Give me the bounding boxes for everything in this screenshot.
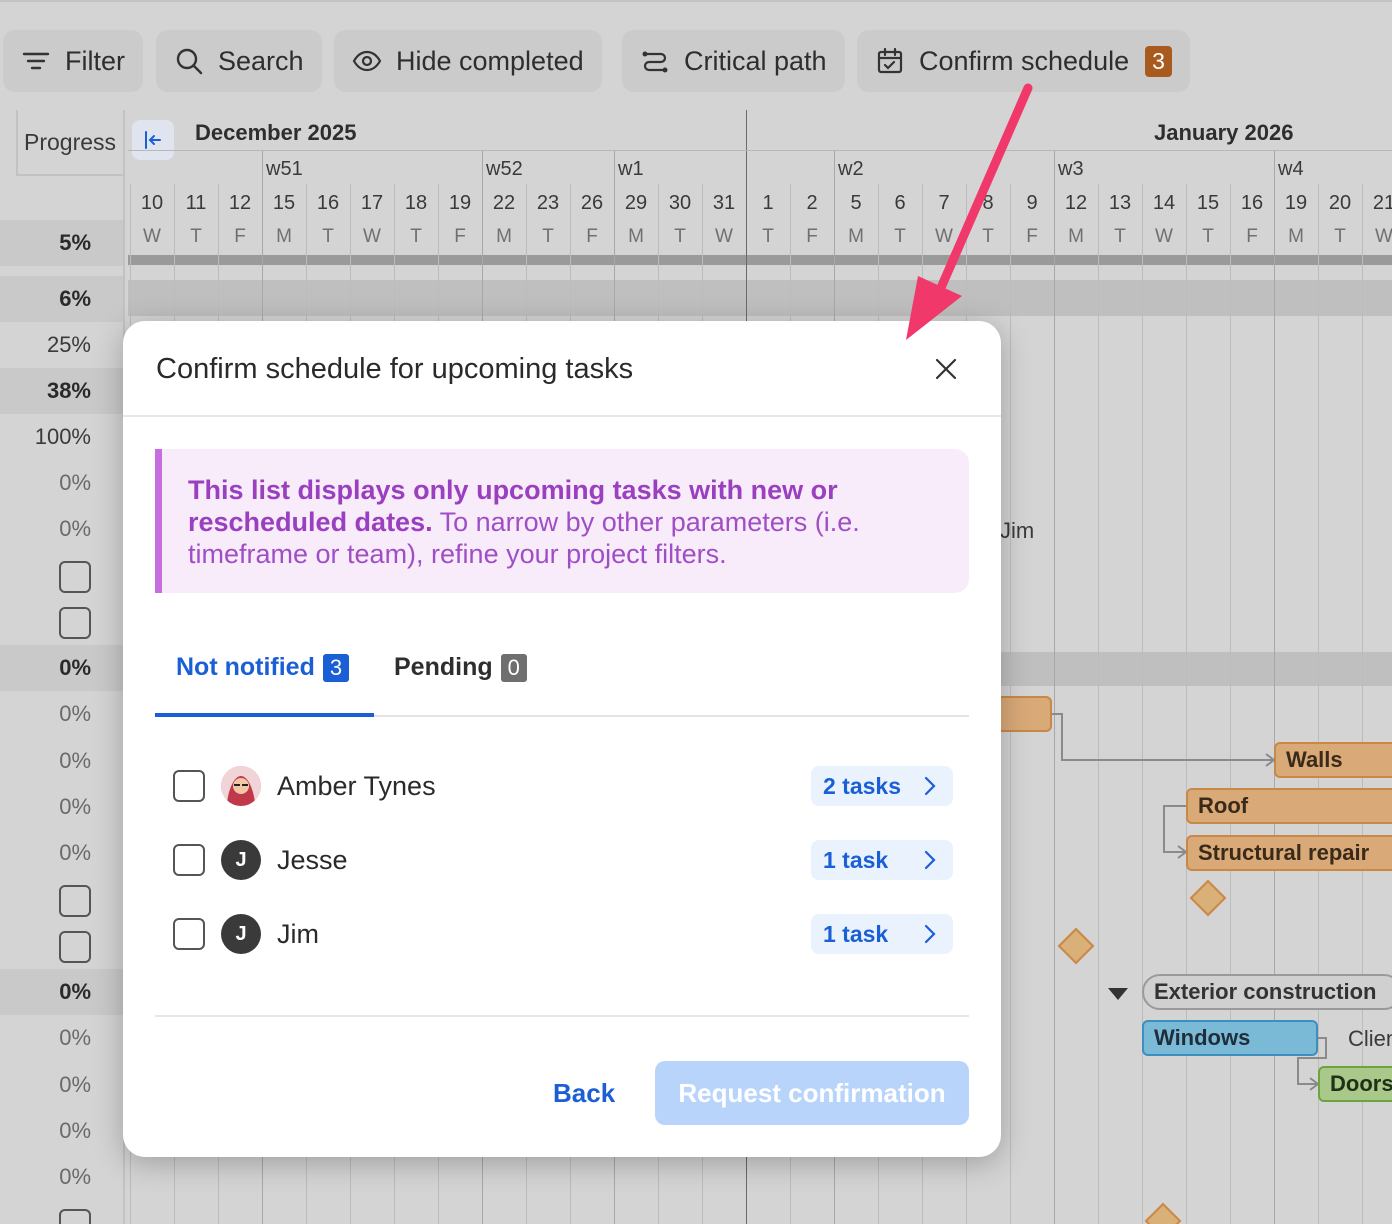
chevron-right-icon (924, 776, 936, 796)
header-rule (128, 150, 1392, 151)
critical-path-label: Critical path (684, 45, 827, 76)
hide-completed-button[interactable]: Hide completed (334, 30, 602, 92)
critical-path-icon (642, 51, 668, 73)
progress-cell: 0% (59, 794, 91, 819)
progress-cell: 0% (59, 470, 91, 495)
tab-count-badge: 3 (322, 653, 350, 682)
user-checkbox[interactable] (173, 918, 205, 950)
divider (155, 1015, 969, 1017)
close-icon (935, 358, 957, 380)
user-tasks-count: 1 task (823, 846, 889, 873)
progress-cell: 38% (0, 368, 123, 414)
confirm-schedule-label: Confirm schedule (919, 45, 1130, 76)
chevron-right-icon (924, 850, 936, 870)
user-row: J Jesse 1 task (173, 839, 953, 881)
milestone-checkbox[interactable] (59, 885, 91, 917)
progress-cell: 6% (0, 276, 123, 322)
user-name: Amber Tynes (277, 770, 436, 801)
confirm-schedule-dialog: Confirm schedule for upcoming tasks This… (123, 321, 1001, 1157)
info-note: This list displays only upcoming tasks w… (155, 449, 969, 593)
user-tasks-count: 2 tasks (823, 772, 902, 799)
eye-icon (352, 50, 382, 72)
tab-count-badge: 0 (500, 653, 527, 682)
progress-cell: 25% (46, 332, 91, 357)
user-tasks-button[interactable]: 1 task (811, 840, 953, 880)
toolbar: Filter Search Hide completed Critical pa… (0, 0, 1392, 110)
user-tasks-button[interactable]: 1 task (811, 914, 953, 954)
user-name: Jesse (277, 844, 348, 875)
avatar: J (221, 840, 261, 880)
tab-label: Not notified (176, 653, 315, 681)
progress-cell: 0% (59, 1118, 91, 1143)
filter-icon (22, 52, 50, 70)
hide-completed-label: Hide completed (396, 45, 584, 76)
back-button[interactable]: Back (553, 1078, 615, 1109)
progress-header: Progress (16, 110, 125, 176)
chevron-right-icon (924, 924, 936, 944)
close-button[interactable] (929, 352, 963, 386)
critical-path-button[interactable]: Critical path (622, 30, 845, 92)
confirm-schedule-count-badge: 3 (1145, 45, 1172, 77)
user-row: Amber Tynes 2 tasks (173, 765, 953, 807)
progress-cell: 0% (59, 748, 91, 773)
user-row: J Jim 1 task (173, 913, 953, 955)
user-tasks-count: 1 task (823, 920, 889, 947)
request-confirmation-button[interactable]: Request confirmation (655, 1061, 969, 1125)
progress-cell: 0% (0, 645, 123, 691)
calendar-check-icon (877, 47, 903, 74)
milestone-checkbox[interactable] (59, 931, 91, 963)
filter-label: Filter (65, 45, 125, 76)
progress-column: Progress 5% 6% 25% 38% 100% 0% 0% 0% 0% … (0, 110, 125, 1224)
milestone-checkbox[interactable] (59, 561, 91, 593)
confirm-schedule-button[interactable]: Confirm schedule 3 (857, 30, 1190, 92)
user-name: Jim (277, 918, 319, 949)
active-tab-indicator (155, 713, 374, 717)
milestone-checkbox[interactable] (59, 1209, 91, 1224)
progress-cell: 0% (59, 840, 91, 865)
milestone-checkbox[interactable] (59, 607, 91, 639)
avatar: J (221, 914, 261, 954)
progress-cell: 100% (34, 424, 91, 449)
user-tasks-button[interactable]: 2 tasks (811, 766, 953, 806)
progress-cell: 5% (0, 220, 123, 266)
search-icon (176, 48, 203, 75)
progress-cell: 0% (0, 969, 123, 1015)
progress-cell: 0% (59, 1072, 91, 1097)
tab-label: Pending (394, 653, 493, 681)
tab-not-notified[interactable]: Not notified 3 (176, 653, 350, 682)
progress-cell: 0% (59, 1164, 91, 1189)
search-label: Search (218, 45, 304, 76)
progress-cell: 0% (59, 516, 91, 541)
user-checkbox[interactable] (173, 770, 205, 802)
progress-cell: 0% (59, 1025, 91, 1050)
avatar (221, 766, 261, 806)
user-checkbox[interactable] (173, 844, 205, 876)
dialog-title: Confirm schedule for upcoming tasks (156, 353, 634, 385)
progress-cell: 0% (59, 701, 91, 726)
tab-pending[interactable]: Pending 0 (394, 653, 527, 682)
filter-button[interactable]: Filter (3, 30, 143, 92)
divider (123, 415, 1001, 417)
search-button[interactable]: Search (156, 30, 322, 92)
